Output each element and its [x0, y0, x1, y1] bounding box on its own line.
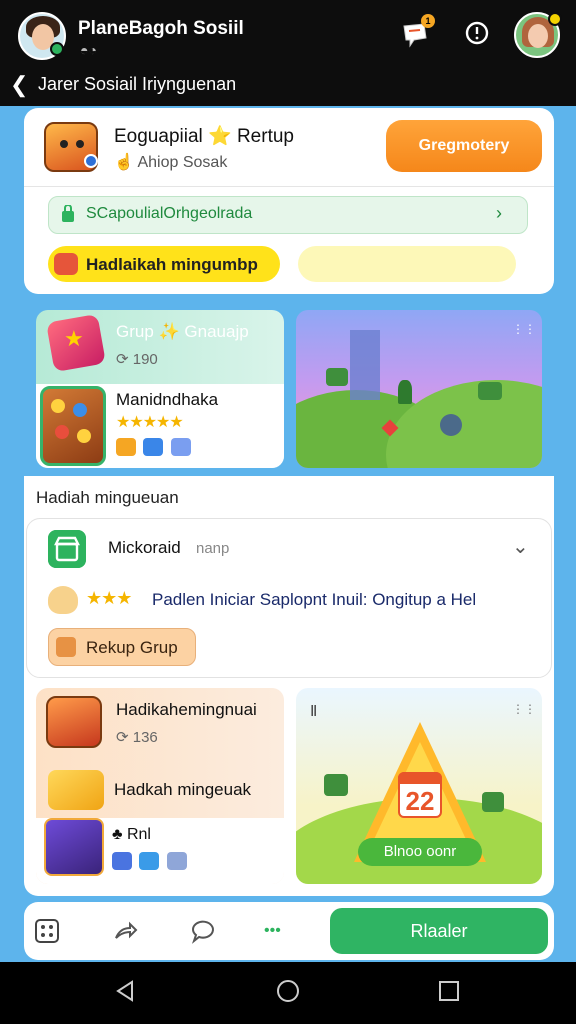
house-icon — [478, 382, 502, 400]
more-icon[interactable]: ⋮⋮ — [512, 702, 536, 716]
game-icon — [46, 696, 102, 748]
tree-icon — [398, 380, 412, 404]
panel-title: Hadikahemingnuai — [116, 700, 257, 719]
coin-icon — [116, 438, 136, 456]
rating-stars: ★★★★★ — [116, 414, 184, 431]
game-tag: ♣ Rnl — [112, 826, 151, 843]
card-subtitle: ☝ Ahiop Sosak — [114, 154, 228, 171]
member-count: ⟳ 190 — [116, 351, 158, 368]
share-icon[interactable] — [112, 918, 138, 944]
game-sub-icon — [84, 154, 98, 168]
icon-eye — [60, 140, 68, 148]
grid-icon[interactable] — [34, 918, 60, 944]
tag-icon — [139, 852, 160, 870]
chip-label: Hadlaikah mingumbp — [86, 255, 258, 274]
card-title: Eoguapiial ⭐ Rertup — [114, 126, 294, 147]
mascot-icon — [48, 586, 78, 614]
bow-icon — [48, 770, 104, 810]
comment-icon[interactable] — [190, 918, 216, 944]
tag-icon — [166, 852, 187, 870]
rock-icon — [440, 414, 462, 436]
chevron-down-icon[interactable]: ⌄ — [512, 534, 529, 559]
house-icon — [324, 774, 348, 796]
tile-token — [55, 425, 69, 439]
world-preview[interactable]: ⋮⋮ — [296, 310, 542, 468]
store-icon[interactable] — [48, 530, 86, 568]
game-thumbnail[interactable] — [44, 818, 104, 876]
recap-icon — [56, 637, 76, 657]
primary-action-button[interactable]: Gregmotery — [386, 120, 542, 172]
tower-shape — [350, 330, 380, 400]
event-index: Ⅱ — [310, 703, 318, 720]
house-icon — [326, 368, 348, 386]
confirm-button[interactable]: Rlaaler — [330, 908, 548, 954]
nav-home-icon[interactable] — [275, 978, 301, 1004]
icon-eye — [76, 140, 84, 148]
tile-token — [73, 403, 87, 417]
chip-placeholder — [298, 246, 516, 282]
calendar-number: 22 — [405, 786, 435, 816]
divider — [24, 186, 554, 187]
tile-token — [77, 429, 91, 443]
status-glyph: ◓◔ — [80, 42, 97, 58]
panel-subtitle: Hadkah mingeuak — [114, 780, 252, 799]
tag-icon — [170, 438, 191, 456]
event-title: Mickoraid — [108, 538, 181, 557]
notification-badge: 1 — [421, 14, 435, 28]
event-label-text: Blnoo oonr — [383, 843, 457, 860]
box-icon — [112, 852, 132, 870]
recap-button-label: Rekup Grup — [86, 638, 178, 657]
member-count: ⟳ 136 — [116, 729, 158, 746]
tag-row — [116, 438, 194, 456]
alert-icon[interactable] — [464, 20, 490, 46]
tag-icon — [143, 438, 164, 456]
page-title: Jarer Sosiail Iriynguenan — [38, 74, 237, 94]
tile-token — [51, 399, 65, 413]
chevron-right-icon: › — [496, 203, 502, 223]
back-arrow-icon[interactable]: ❮ — [10, 72, 28, 98]
online-badge — [50, 42, 64, 56]
section-label: Hadiah mingueuan — [36, 488, 179, 507]
game-title: Manidndhaka — [116, 390, 219, 409]
more-icon[interactable]: ⋮⋮ — [512, 322, 536, 336]
avatar-face — [528, 24, 548, 48]
green-bar-text: SCapoulialOrhgeolrada — [86, 205, 253, 222]
calendar-header — [398, 772, 442, 784]
nav-recents-icon[interactable] — [436, 978, 462, 1004]
reward-icon — [54, 253, 78, 275]
event-stars: ★★★ — [86, 588, 132, 608]
profile-badge — [548, 12, 562, 26]
event-description: Padlen Iniciar Saplopnt Inuil: Ongitup a… — [152, 590, 477, 609]
app-title: PlaneBagoh Sosiil — [78, 18, 244, 39]
star-icon: ★ — [64, 326, 84, 351]
shop-icon — [62, 205, 74, 222]
nav-back-icon[interactable] — [112, 978, 138, 1004]
event-tag: nanp — [196, 540, 230, 557]
tag-row — [112, 852, 190, 870]
more-dots-icon[interactable]: ••• — [264, 922, 281, 940]
game-thumbnail[interactable] — [40, 386, 106, 466]
panel-title: Grup ✨ Gnauajp — [116, 322, 249, 341]
